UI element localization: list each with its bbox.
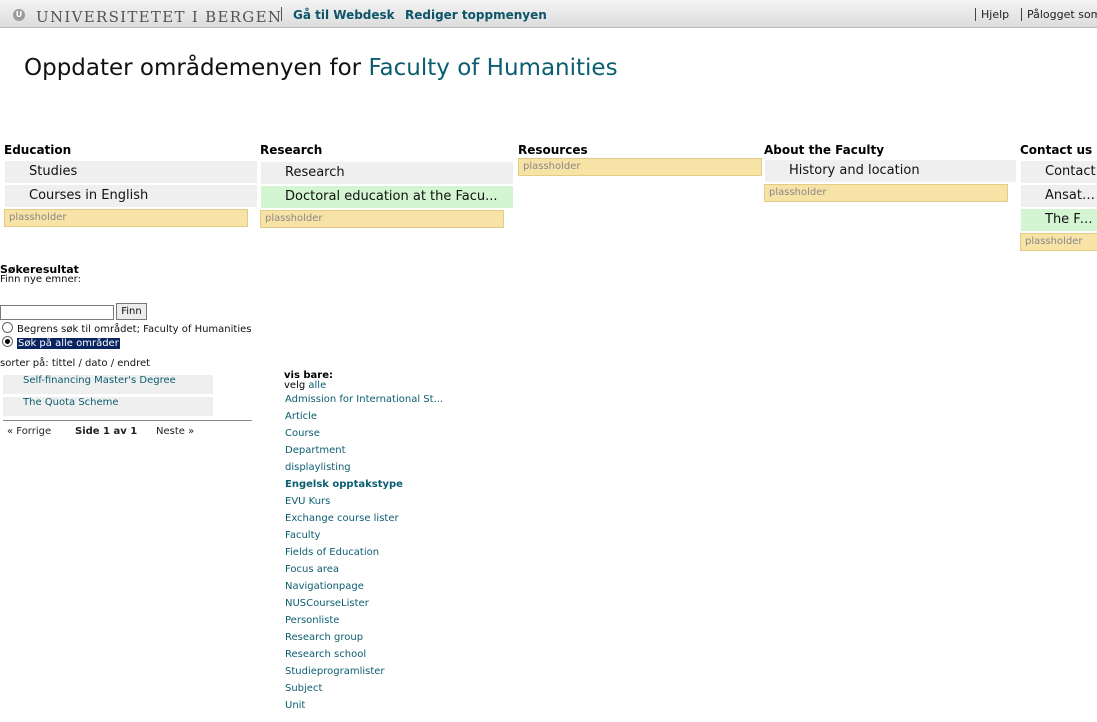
university-logo-text[interactable]: UNIVERSITETET I BERGEN bbox=[36, 8, 282, 26]
type-filter-link[interactable]: Course bbox=[285, 428, 320, 439]
type-filter-link[interactable]: Subject bbox=[285, 683, 322, 694]
menu-column-heading[interactable]: Resources bbox=[518, 142, 762, 158]
limit-to-area-radio[interactable] bbox=[2, 322, 13, 333]
type-filter-link[interactable]: Department bbox=[285, 445, 346, 456]
type-filter-link[interactable]: Studieprogramlister bbox=[285, 666, 385, 677]
type-filter-link[interactable]: Fields of Education bbox=[285, 547, 379, 558]
limit-to-area-label[interactable]: Begrens søk til området; Faculty of Huma… bbox=[17, 324, 251, 335]
type-filter-link[interactable]: displaylisting bbox=[285, 462, 351, 473]
menu-column-contact: Contact us Contact Ansattka The Facu pla… bbox=[1020, 142, 1097, 251]
type-filter-link[interactable]: Focus area bbox=[285, 564, 339, 575]
type-filter-link[interactable]: EVU Kurs bbox=[285, 496, 330, 507]
divider bbox=[281, 7, 282, 21]
radio-selected-dot bbox=[5, 339, 10, 344]
menu-placeholder[interactable]: plassholder bbox=[1020, 233, 1097, 251]
menu-column-education: Education Studies Courses in English pla… bbox=[4, 142, 257, 227]
result-item[interactable]: Self-financing Master's Degree bbox=[3, 375, 213, 394]
previous-page-link[interactable]: « Forrige bbox=[7, 426, 51, 437]
page-title-faculty: Faculty of Humanities bbox=[368, 55, 618, 81]
menu-placeholder[interactable]: plassholder bbox=[764, 184, 1008, 202]
divider bbox=[3, 420, 252, 421]
search-all-areas-radio[interactable] bbox=[2, 336, 13, 347]
page-indicator: Side 1 av 1 bbox=[75, 426, 138, 437]
search-button[interactable]: Finn bbox=[116, 303, 147, 320]
type-filter-link[interactable]: Faculty bbox=[285, 530, 320, 541]
filter-select-all-link[interactable]: alle bbox=[308, 380, 326, 391]
logged-in-label: Pålogget som bbox=[1021, 8, 1097, 21]
page-title-prefix: Oppdater områdemenyen for bbox=[24, 55, 362, 81]
menu-item-research[interactable]: Research bbox=[261, 162, 513, 184]
filter-select-label: velg bbox=[284, 380, 306, 391]
menu-item-the-faculty[interactable]: The Facu bbox=[1021, 209, 1097, 231]
result-item[interactable]: The Quota Scheme bbox=[3, 397, 213, 416]
type-filter-link[interactable]: Research group bbox=[285, 632, 363, 643]
type-filter-link[interactable]: Unit bbox=[285, 700, 305, 711]
type-filter-link[interactable]: NUSCourseLister bbox=[285, 598, 369, 609]
edit-top-menu-link[interactable]: Rediger toppmenyen bbox=[405, 8, 547, 22]
menu-item-doctoral-education[interactable]: Doctoral education at the Facu... bbox=[261, 186, 513, 208]
type-filter-link[interactable]: Personliste bbox=[285, 615, 339, 626]
menu-item-history-and-location[interactable]: History and location bbox=[765, 160, 1016, 182]
menu-column-heading[interactable]: Education bbox=[4, 142, 257, 158]
menu-placeholder[interactable]: plassholder bbox=[518, 158, 762, 176]
menu-column-resources: Resources plassholder bbox=[518, 142, 762, 176]
type-filter-link[interactable]: Navigationpage bbox=[285, 581, 364, 592]
menu-placeholder[interactable]: plassholder bbox=[260, 210, 504, 228]
menu-column-about: About the Faculty History and location p… bbox=[764, 142, 1017, 202]
help-link[interactable]: Hjelp bbox=[975, 8, 1009, 21]
type-filter-link[interactable]: Exchange course lister bbox=[285, 513, 399, 524]
type-filter-link[interactable]: Article bbox=[285, 411, 317, 422]
menu-column-heading[interactable]: Research bbox=[260, 142, 514, 158]
menu-placeholder[interactable]: plassholder bbox=[4, 209, 248, 227]
page-title: Oppdater områdemenyen for Faculty of Hum… bbox=[24, 55, 618, 81]
type-filter-link[interactable]: Admission for International St... bbox=[285, 394, 443, 405]
search-all-areas-label[interactable]: Søk på alle områder bbox=[17, 338, 120, 349]
menu-item-studies[interactable]: Studies bbox=[5, 161, 257, 183]
menu-item-ansattkatalog[interactable]: Ansattka bbox=[1021, 185, 1097, 207]
next-page-link[interactable]: Neste » bbox=[156, 426, 194, 437]
type-filter-link-selected[interactable]: Engelsk opptakstype bbox=[285, 479, 403, 490]
menu-column-heading[interactable]: About the Faculty bbox=[764, 142, 1017, 158]
menu-item-courses-in-english[interactable]: Courses in English bbox=[5, 185, 257, 207]
search-prompt-label: Finn nye emner: bbox=[0, 274, 81, 285]
goto-webdesk-link[interactable]: Gå til Webdesk bbox=[293, 8, 395, 22]
type-filter-link[interactable]: Research school bbox=[285, 649, 366, 660]
filter-select-row: velg alle bbox=[284, 380, 326, 391]
top-bar: U UNIVERSITETET I BERGEN Gå til Webdesk … bbox=[0, 0, 1097, 28]
university-seal-icon: U bbox=[13, 9, 25, 21]
menu-column-research: Research Research Doctoral education at … bbox=[260, 142, 514, 228]
search-input[interactable] bbox=[0, 305, 114, 320]
menu-item-contact[interactable]: Contact bbox=[1021, 161, 1097, 183]
menu-column-heading[interactable]: Contact us bbox=[1020, 142, 1097, 158]
sort-options[interactable]: sorter på: tittel / dato / endret bbox=[0, 358, 150, 369]
